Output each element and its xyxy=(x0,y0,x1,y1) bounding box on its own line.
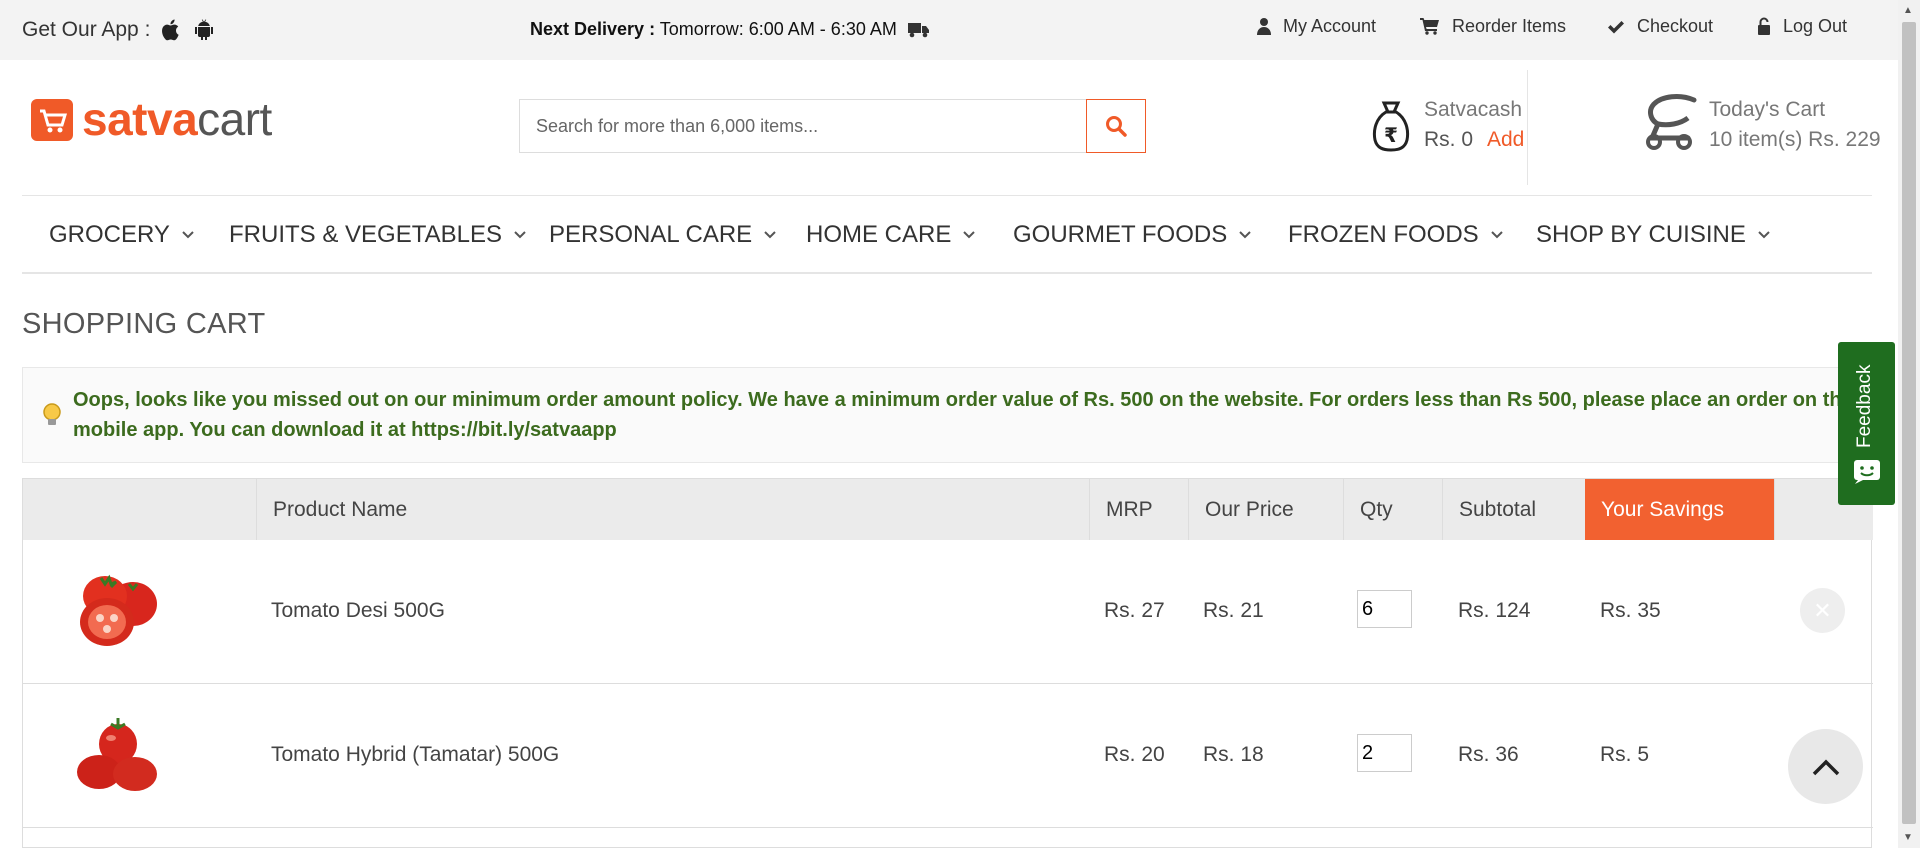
chevron-up-icon xyxy=(1812,759,1839,775)
lock-icon xyxy=(1758,17,1770,35)
header-divider xyxy=(1527,70,1528,185)
category-nav: GROCERY FRUITS & VEGETABLES PERSONAL CAR… xyxy=(22,195,1872,274)
cart-table: Product Name MRP Our Price Qty Subtotal … xyxy=(22,478,1873,848)
satvacart-logo-icon[interactable] xyxy=(31,99,73,141)
logo-text-cart: cart xyxy=(197,93,272,145)
product-subtotal: Rs. 124 xyxy=(1458,599,1531,622)
table-row: Tomato Hybrid (Tamatar) 500G Rs. 20 Rs. … xyxy=(23,684,1873,828)
my-account-link[interactable]: My Account xyxy=(1257,16,1376,37)
notice-text: Oops, looks like you missed out on our m… xyxy=(73,389,1853,441)
search-input[interactable] xyxy=(519,99,1087,153)
nav-grocery-label: GROCERY xyxy=(49,221,170,248)
logo-text-satva: satva xyxy=(82,93,198,145)
product-subtotal: Rs. 36 xyxy=(1458,743,1519,766)
nav-home-care[interactable]: HOME CARE xyxy=(806,221,976,249)
satvacash-balance: Rs. 0 xyxy=(1424,128,1474,151)
chat-smile-icon xyxy=(1854,460,1880,484)
search-icon xyxy=(1106,116,1127,137)
quantity-input[interactable] xyxy=(1357,734,1412,772)
product-mrp: Rs. 20 xyxy=(1104,743,1165,766)
product-savings: Rs. 35 xyxy=(1600,599,1661,622)
checkout-link[interactable]: Checkout xyxy=(1607,16,1713,37)
table-header: Product Name MRP Our Price Qty Subtotal … xyxy=(23,479,1873,540)
nav-gourmet-foods[interactable]: GOURMET FOODS xyxy=(1013,221,1251,249)
product-name[interactable]: Tomato Desi 500G xyxy=(271,599,445,623)
nav-shop-by-cuisine-label: SHOP BY CUISINE xyxy=(1536,221,1746,248)
user-icon xyxy=(1257,18,1271,35)
header-subtotal: Subtotal xyxy=(1442,479,1606,540)
cart-small-icon xyxy=(1420,18,1439,35)
chevron-down-icon xyxy=(182,231,194,239)
nav-home-care-label: HOME CARE xyxy=(806,221,952,248)
product-mrp: Rs. 27 xyxy=(1104,599,1165,622)
remove-item-button[interactable]: ✕ xyxy=(1800,588,1845,633)
header-your-savings: Your Savings xyxy=(1585,479,1775,540)
feedback-label: Feedback xyxy=(1854,364,1875,448)
lightbulb-icon xyxy=(43,403,61,425)
header-qty: Qty xyxy=(1343,479,1443,540)
check-icon xyxy=(1608,21,1624,34)
close-icon: ✕ xyxy=(1813,597,1832,623)
quantity-input[interactable] xyxy=(1357,590,1412,628)
delivery-label: Next Delivery : xyxy=(530,19,656,39)
chevron-down-icon xyxy=(1490,231,1503,239)
nav-personal-care[interactable]: PERSONAL CARE xyxy=(549,221,776,249)
chevron-down-icon xyxy=(963,231,976,239)
table-row: Tomato Desi 500G Rs. 27 Rs. 21 Rs. 124 R… xyxy=(23,540,1873,684)
nav-fruits-vegetables[interactable]: FRUITS & VEGETABLES xyxy=(229,221,526,249)
reorder-items-link[interactable]: Reorder Items xyxy=(1420,16,1566,37)
truck-icon xyxy=(907,23,929,38)
chevron-down-icon xyxy=(1758,231,1770,239)
checkout-label: Checkout xyxy=(1637,16,1714,36)
satvacash-title: Satvacash xyxy=(1424,98,1523,121)
nav-grocery[interactable]: GROCERY xyxy=(49,221,194,249)
chevron-down-icon xyxy=(764,231,776,239)
satvacart-logo[interactable]: satvacart xyxy=(82,92,272,146)
reorder-items-label: Reorder Items xyxy=(1452,16,1567,36)
scroll-down-arrow-icon[interactable]: ▼ xyxy=(1903,832,1913,843)
product-image-tomato-hybrid[interactable] xyxy=(73,714,163,798)
minimum-order-notice: Oops, looks like you missed out on our m… xyxy=(22,367,1882,463)
nav-frozen-foods[interactable]: FROZEN FOODS xyxy=(1288,221,1503,249)
nav-shop-by-cuisine[interactable]: SHOP BY CUISINE xyxy=(1536,221,1770,249)
scroll-thumb[interactable] xyxy=(1902,22,1916,824)
nav-personal-care-label: PERSONAL CARE xyxy=(549,221,753,248)
product-savings: Rs. 5 xyxy=(1600,743,1650,766)
get-app-label: Get Our App : xyxy=(22,18,151,41)
product-price: Rs. 21 xyxy=(1203,599,1264,622)
header-mrp: MRP xyxy=(1089,479,1189,540)
satvacash-add-link[interactable]: Add xyxy=(1487,128,1524,152)
search-button[interactable] xyxy=(1086,99,1146,153)
chevron-down-icon xyxy=(514,231,526,239)
next-delivery: Next Delivery : Tomorrow: 6:00 AM - 6:30… xyxy=(530,19,930,40)
back-to-top-button[interactable] xyxy=(1788,729,1863,804)
todays-cart-title[interactable]: Today's Cart xyxy=(1709,98,1825,122)
product-price: Rs. 18 xyxy=(1203,743,1264,766)
feedback-tab[interactable]: Feedback xyxy=(1838,342,1895,505)
my-account-label: My Account xyxy=(1283,16,1377,36)
nav-gourmet-foods-label: GOURMET FOODS xyxy=(1013,221,1228,248)
product-image-tomato-desi[interactable] xyxy=(73,568,163,650)
chevron-down-icon xyxy=(1239,231,1251,239)
money-bag-icon: ₹ xyxy=(1372,101,1410,152)
apple-icon[interactable] xyxy=(159,18,183,42)
logout-link[interactable]: Log Out xyxy=(1757,16,1847,37)
top-bar: Get Our App : Next Delivery : Tomorrow: … xyxy=(0,0,1898,60)
product-name[interactable]: Tomato Hybrid (Tamatar) 500G xyxy=(271,743,559,767)
android-icon[interactable] xyxy=(192,18,216,42)
header-product-name: Product Name xyxy=(256,479,1091,540)
logout-label: Log Out xyxy=(1783,16,1848,36)
cart-summary[interactable]: 10 item(s) Rs. 229 xyxy=(1709,128,1881,152)
header-our-price: Our Price xyxy=(1188,479,1344,540)
shopping-cart-icon[interactable] xyxy=(1640,92,1698,154)
page-scrollbar[interactable]: ▲ ▼ xyxy=(1898,0,1920,848)
delivery-time: Tomorrow: 6:00 AM - 6:30 AM xyxy=(659,19,897,39)
scroll-up-arrow-icon[interactable]: ▲ xyxy=(1903,5,1913,16)
page-title: SHOPPING CART xyxy=(22,308,266,340)
nav-fruits-vegetables-label: FRUITS & VEGETABLES xyxy=(229,221,502,248)
nav-frozen-foods-label: FROZEN FOODS xyxy=(1288,221,1479,248)
svg-text:₹: ₹ xyxy=(1384,123,1398,147)
